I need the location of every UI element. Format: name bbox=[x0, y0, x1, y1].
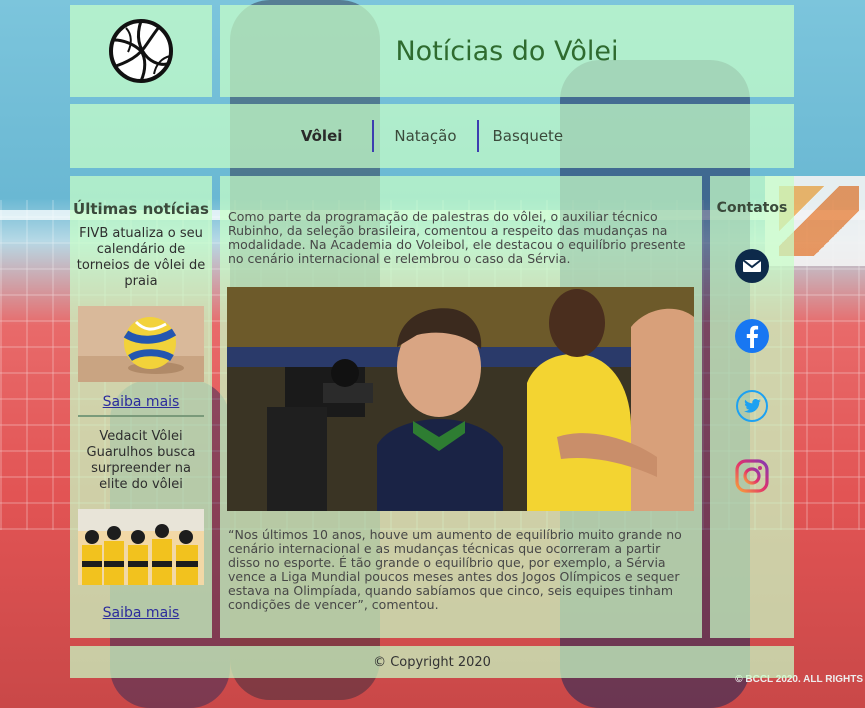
instagram-icon[interactable] bbox=[734, 458, 770, 494]
beach-volleyball-image bbox=[78, 306, 204, 382]
nav-item-natacao[interactable]: Natação bbox=[374, 127, 476, 145]
title-box: Notícias do Vôlei bbox=[220, 5, 794, 97]
page-title: Notícias do Vôlei bbox=[395, 35, 619, 67]
article-quote: “Nos últimos 10 anos, houve um aumento d… bbox=[228, 527, 682, 612]
news-image-team bbox=[78, 509, 204, 585]
facebook-icon[interactable] bbox=[734, 318, 770, 354]
article-intro: Como parte da programação de palestras d… bbox=[228, 209, 686, 266]
news-image-beach-volleyball bbox=[78, 306, 204, 382]
contacts: Contatos bbox=[710, 176, 794, 638]
saiba-mais-link[interactable]: Saiba mais bbox=[70, 605, 212, 621]
team-celebration-image bbox=[78, 509, 204, 585]
footer: © Copyright 2020 bbox=[70, 646, 794, 678]
email-icon[interactable] bbox=[734, 248, 770, 284]
nav-item-volei[interactable]: Vôlei bbox=[287, 127, 373, 145]
nav-item-basquete[interactable]: Basquete bbox=[479, 127, 578, 145]
news-headline: FIVB atualiza o seu calendário de tornei… bbox=[76, 226, 206, 289]
contacts-title: Contatos bbox=[716, 200, 788, 216]
footer-copyright: © Copyright 2020 bbox=[373, 654, 491, 670]
logo-box bbox=[70, 5, 212, 97]
coach-interview-image bbox=[227, 287, 694, 511]
volleyball-icon bbox=[109, 19, 173, 83]
nav-bar: Vôlei Natação Basquete bbox=[70, 104, 794, 168]
sidebar-title: Últimas notícias bbox=[73, 200, 209, 218]
article-photo bbox=[227, 287, 694, 511]
news-headline: Vedacit Vôlei Guarulhos busca surpreende… bbox=[86, 429, 196, 492]
article: Como parte da programação de palestras d… bbox=[220, 176, 702, 638]
saiba-mais-link[interactable]: Saiba mais bbox=[70, 394, 212, 410]
sidebar: Últimas notícias FIVB atualiza o seu cal… bbox=[70, 176, 212, 638]
twitter-icon[interactable] bbox=[734, 388, 770, 424]
sidebar-divider bbox=[78, 415, 204, 417]
nav-menu: Vôlei Natação Basquete bbox=[287, 120, 577, 152]
